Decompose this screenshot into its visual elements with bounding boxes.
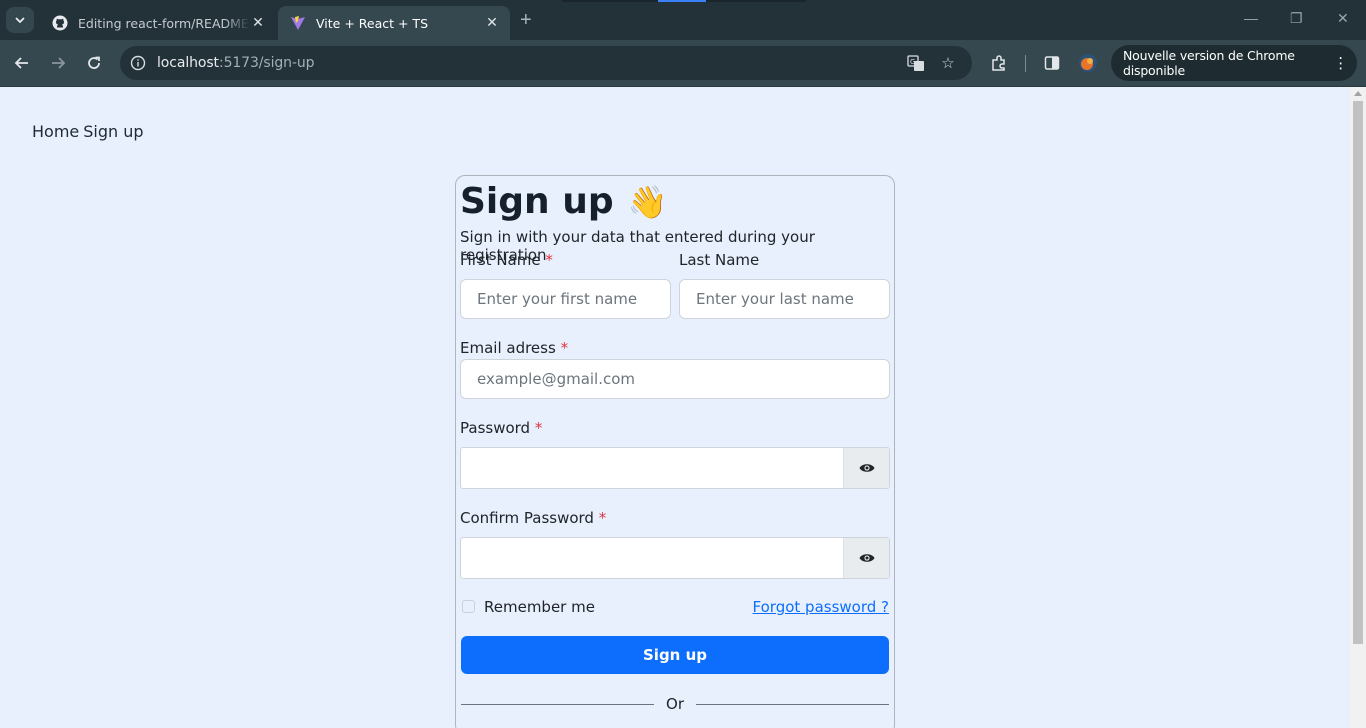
toolbar-divider: [1025, 55, 1026, 72]
email-input[interactable]: example@gmail.com: [460, 359, 890, 399]
new-tab-button[interactable]: +: [520, 10, 532, 30]
site-info-icon[interactable]: [130, 55, 146, 71]
restore-icon[interactable]: ❐: [1290, 10, 1303, 27]
scroll-up-arrow-icon[interactable]: [1354, 91, 1362, 96]
scrollbar-thumb[interactable]: [1353, 101, 1363, 644]
vite-icon: [290, 15, 306, 31]
first-name-label-text: First Name: [460, 251, 541, 269]
page-title: Sign up 👋: [460, 181, 667, 222]
required-mark: *: [534, 419, 543, 437]
tab-title: Vite + React + TS: [316, 15, 428, 31]
tab-title: Editing react-form/README.md: [78, 15, 250, 31]
confirm-password-input[interactable]: [461, 538, 843, 578]
page-scrollbar[interactable]: [1350, 87, 1366, 728]
email-label-text: Email adress: [460, 339, 556, 357]
required-mark: *: [560, 339, 569, 357]
password-label-text: Password: [460, 419, 531, 437]
nav-link-signup[interactable]: Sign up: [83, 122, 143, 141]
required-mark: *: [545, 251, 553, 269]
or-text: Or: [666, 695, 684, 713]
confirm-password-group: [460, 537, 890, 579]
github-icon: [52, 15, 68, 31]
waving-hand-icon: 👋: [627, 182, 668, 221]
confirm-password-label-text: Confirm Password: [460, 509, 594, 527]
chevron-down-icon: [15, 17, 25, 23]
update-text: Nouvelle version de Chrome disponible: [1123, 48, 1295, 78]
top-nav: Home Sign up: [32, 122, 148, 141]
profile-avatar-icon[interactable]: [1077, 52, 1099, 74]
extensions-icon[interactable]: [988, 52, 1010, 74]
last-name-input[interactable]: Enter your last name: [679, 279, 890, 319]
show-confirm-password-button[interactable]: [843, 538, 889, 578]
tab-strip-edge: [562, 0, 658, 2]
eye-icon: [859, 554, 874, 562]
url-host: localhost: [157, 55, 219, 71]
last-name-label: Last Name: [679, 251, 760, 269]
minimize-icon[interactable]: —: [1244, 10, 1258, 26]
more-menu-icon[interactable]: ⋮: [1333, 54, 1348, 72]
forgot-password-link[interactable]: Forgot password ?: [753, 598, 889, 616]
password-label: Password *: [460, 419, 542, 437]
close-icon[interactable]: ✕: [484, 15, 500, 31]
page-content: Home Sign up Sign up 👋 Sign in with your …: [0, 87, 1350, 728]
nav-link-home[interactable]: Home: [32, 122, 79, 141]
required-mark: *: [598, 509, 607, 527]
or-divider: Or: [461, 694, 890, 714]
tab-strip-edge: [658, 0, 706, 2]
bookmark-star-icon[interactable]: ☆: [939, 54, 957, 72]
forward-icon[interactable]: [47, 52, 69, 74]
back-icon[interactable]: [11, 52, 33, 74]
url-text: localhost:5173/sign-up: [157, 55, 315, 71]
show-password-button[interactable]: [843, 448, 889, 488]
tab-strip: Editing react-form/README.md ✕ Vite + Re…: [0, 0, 1366, 40]
translate-icon[interactable]: G: [907, 54, 925, 72]
password-input[interactable]: [461, 448, 843, 488]
close-window-icon[interactable]: ✕: [1337, 10, 1349, 27]
signup-card: Sign up 👋 Sign in with your data that en…: [455, 175, 895, 728]
tab-search-button[interactable]: [6, 7, 34, 33]
remember-me-label[interactable]: Remember me: [484, 598, 595, 616]
divider-line: [696, 703, 890, 705]
chrome-update-button[interactable]: Nouvelle version de Chrome disponible ⋮: [1111, 45, 1357, 81]
close-icon[interactable]: ✕: [250, 15, 266, 31]
sign-up-button[interactable]: Sign up: [461, 636, 889, 674]
svg-text:G: G: [910, 58, 915, 66]
password-group: [460, 447, 890, 489]
tab-strip-edge: [706, 0, 806, 2]
title-text: Sign up: [460, 181, 614, 222]
tab-readme[interactable]: Editing react-form/README.md ✕: [40, 6, 276, 40]
first-name-label: First Name *: [460, 251, 553, 269]
url-path: :5173/sign-up: [218, 55, 315, 71]
remember-me-checkbox[interactable]: [462, 600, 475, 613]
eye-icon: [859, 464, 874, 472]
email-label: Email adress *: [460, 339, 568, 357]
tab-vite[interactable]: Vite + React + TS ✕: [278, 6, 510, 40]
reload-icon[interactable]: [83, 52, 105, 74]
address-bar[interactable]: localhost:5173/sign-up G ☆: [120, 46, 972, 80]
divider-line: [461, 703, 655, 705]
first-name-input[interactable]: Enter your first name: [460, 279, 671, 319]
browser-toolbar: localhost:5173/sign-up G ☆ Nouvelle vers…: [0, 40, 1366, 87]
confirm-password-label: Confirm Password *: [460, 509, 606, 527]
side-panel-icon[interactable]: [1041, 52, 1063, 74]
